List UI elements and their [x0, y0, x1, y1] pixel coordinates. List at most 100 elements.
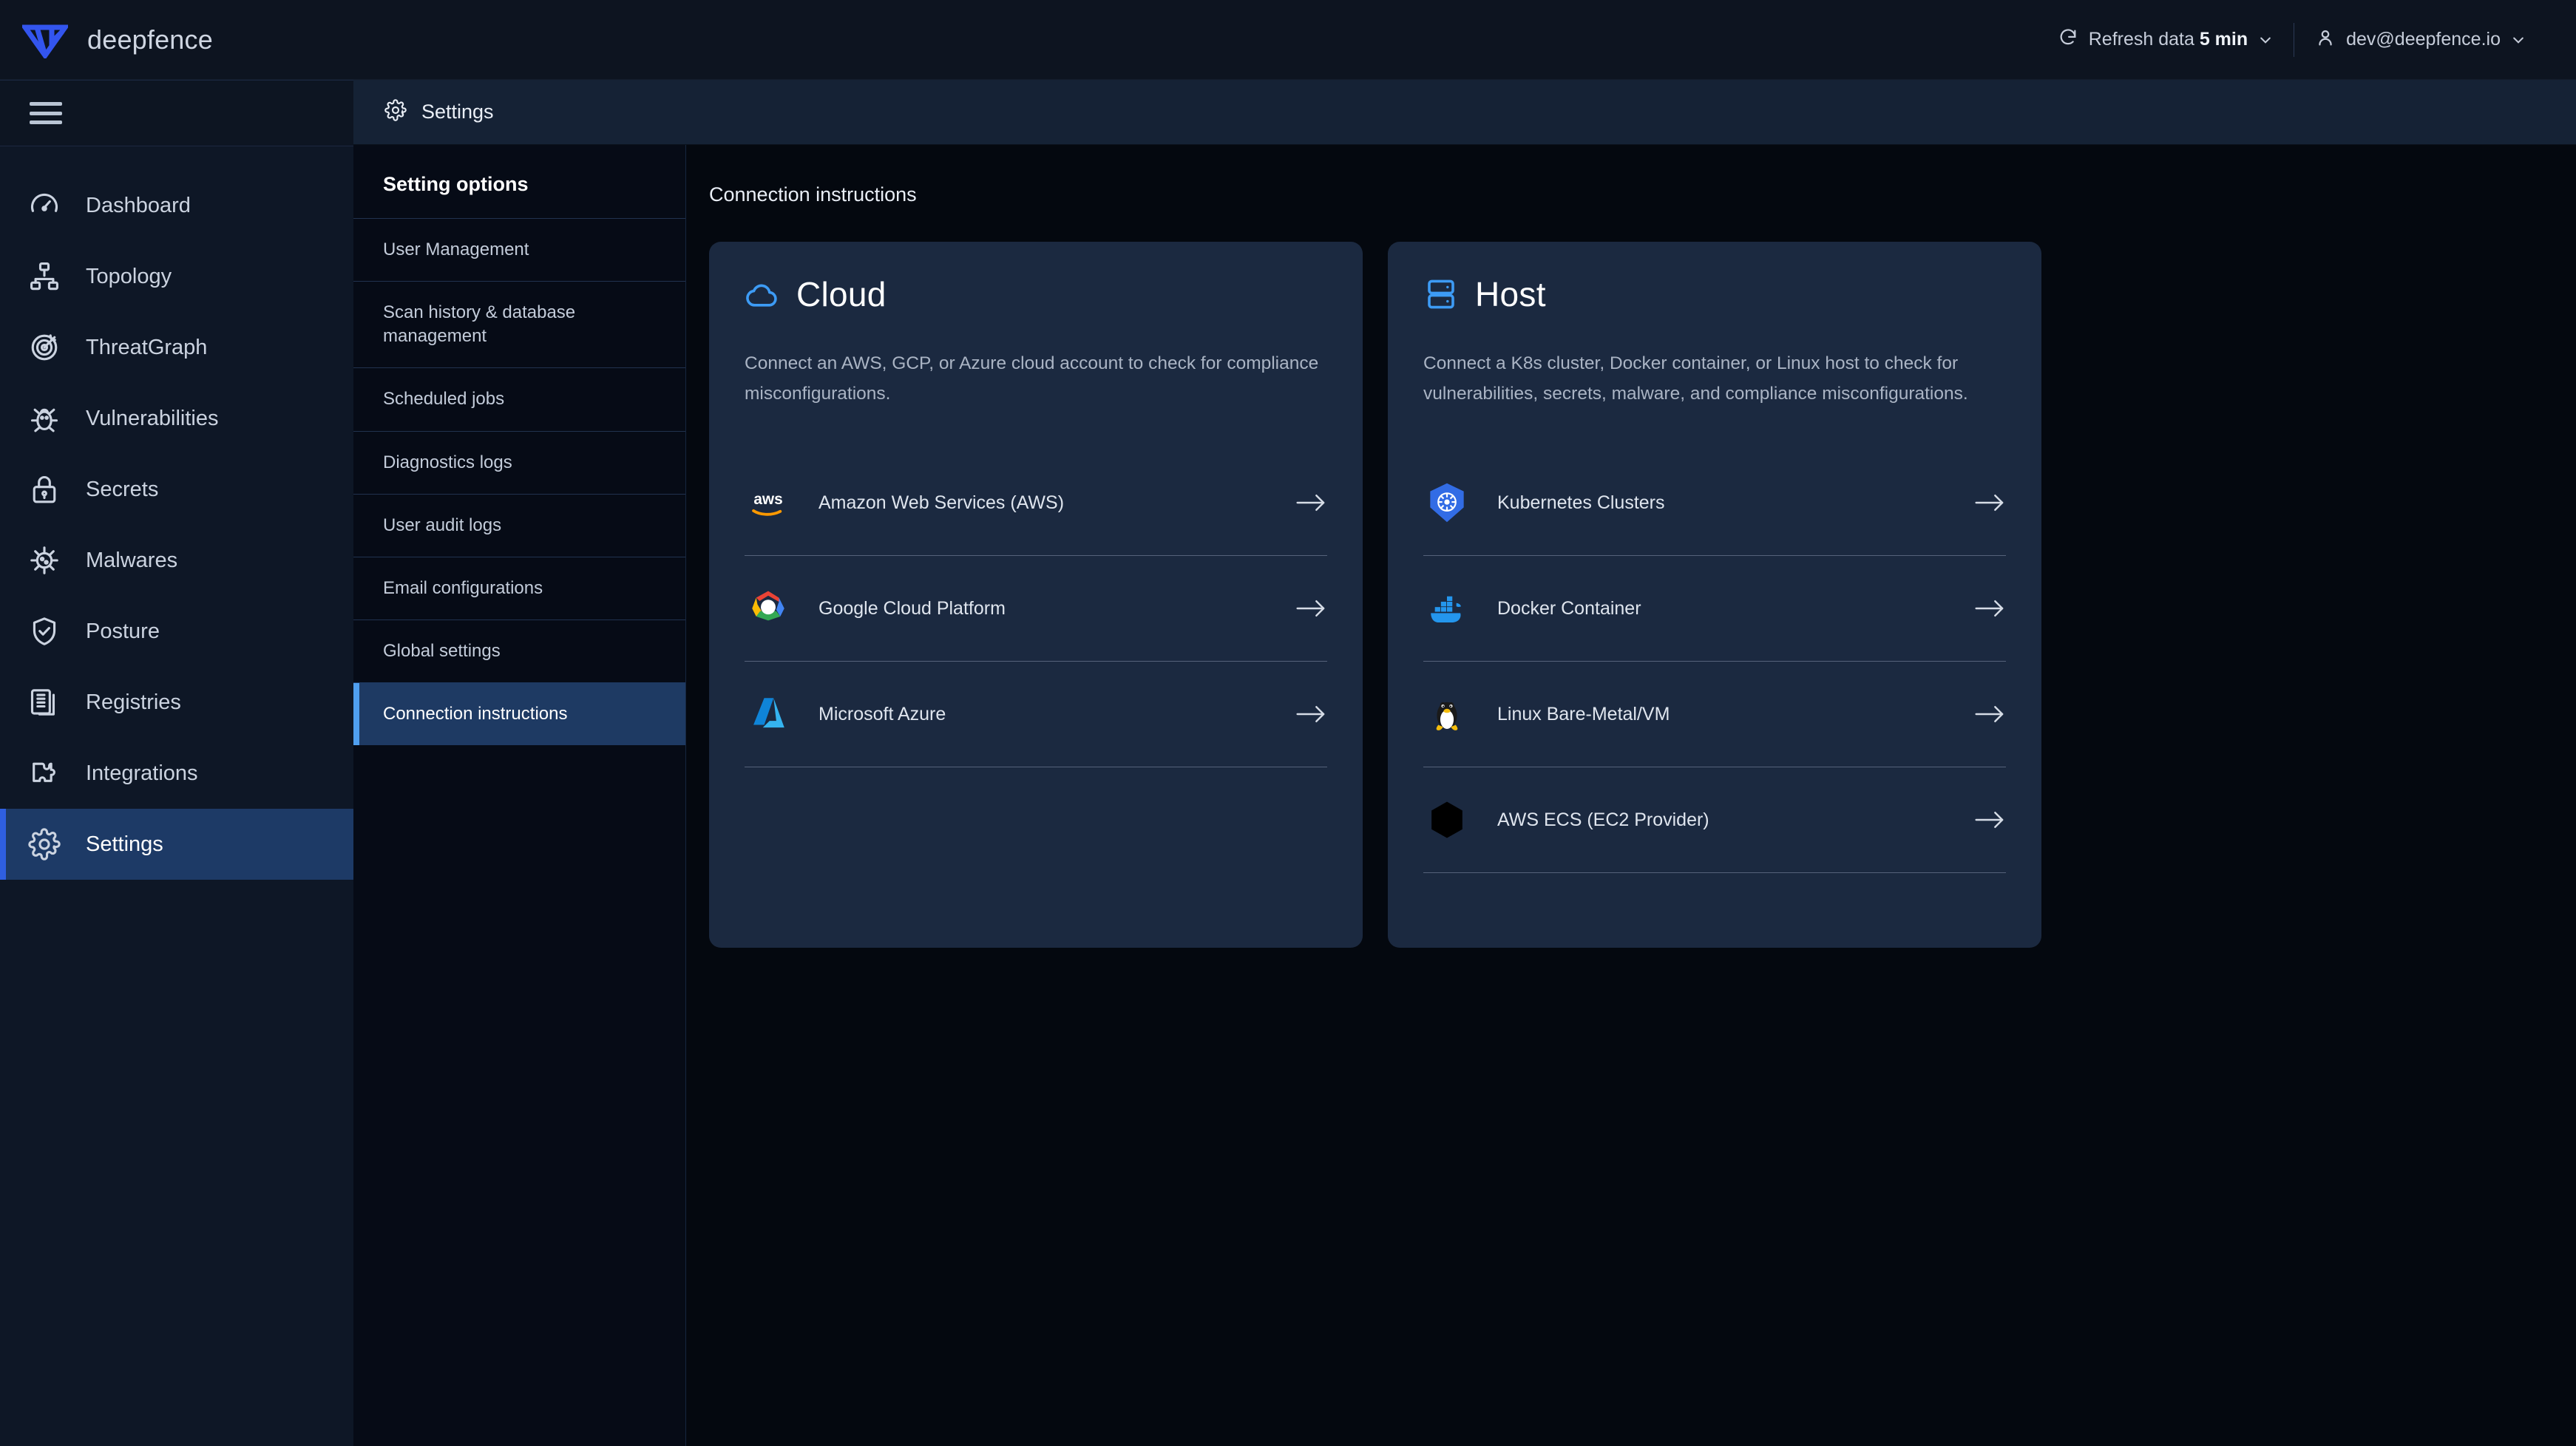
arrow-right-icon[interactable] [1973, 703, 2006, 725]
kubernetes-logo-icon [1423, 479, 1471, 526]
connection-cards: Cloud Connect an AWS, GCP, or Azure cloud… [687, 206, 2576, 948]
sidebar-item-label: Integrations [86, 761, 198, 785]
top-bar-right: Refresh data 5 min dev@deepfence.io [2037, 0, 2576, 79]
sidebar-item-dashboard[interactable]: Dashboard [0, 170, 353, 241]
card-host: Host Connect a K8s cluster, Docker contai… [1388, 242, 2041, 948]
settings-option-global-settings[interactable]: Global settings [353, 620, 685, 682]
connection-row-amazon-web-services-aws-[interactable]: aws Amazon Web Services (AWS) [745, 450, 1327, 557]
sidebar-item-label: Posture [86, 619, 160, 643]
sidebar-item-label: Registries [86, 690, 181, 714]
gear-icon [384, 99, 407, 125]
connection-row-label: Docker Container [1497, 597, 1641, 619]
connection-row-kubernetes-clusters[interactable]: Kubernetes Clusters [1423, 450, 2006, 557]
user-email: dev@deepfence.io [2346, 29, 2501, 50]
documents-icon [28, 686, 61, 719]
hamburger-icon[interactable] [30, 102, 62, 124]
connection-row-aws-ecs-ec2-provider-[interactable]: AWS ECS (EC2 Provider) [1423, 767, 2006, 874]
user-icon [2315, 27, 2336, 52]
settings-option-email-configurations[interactable]: Email configurations [353, 556, 685, 620]
connection-row-label: Microsoft Azure [818, 703, 946, 724]
connection-row-microsoft-azure[interactable]: Microsoft Azure [745, 662, 1327, 768]
connection-row-label: Linux Bare-Metal/VM [1497, 703, 1670, 724]
connection-row-google-cloud-platform[interactable]: Google Cloud Platform [745, 556, 1327, 662]
settings-option-user-management[interactable]: User Management [353, 218, 685, 281]
sidebar-item-label: Topology [86, 264, 172, 288]
virus-icon [28, 544, 61, 577]
sidebar-item-posture[interactable]: Posture [0, 596, 353, 667]
sidebar-item-threatgraph[interactable]: ThreatGraph [0, 312, 353, 383]
user-menu[interactable]: dev@deepfence.io [2294, 27, 2546, 52]
card-cloud: Cloud Connect an AWS, GCP, or Azure cloud… [709, 242, 1363, 948]
arrow-right-icon[interactable] [1295, 597, 1327, 620]
settings-option-connection-instructions[interactable]: Connection instructions [353, 682, 685, 746]
refresh-label-text: Refresh data [2088, 29, 2194, 50]
refresh-data-control[interactable]: Refresh data 5 min [2037, 27, 2294, 52]
sidebar-item-malwares[interactable]: Malwares [0, 525, 353, 596]
page-title: Settings [421, 101, 494, 123]
chevron-down-icon[interactable] [2511, 33, 2526, 47]
connection-row-label: Amazon Web Services (AWS) [818, 492, 1065, 513]
card-header: Cloud [745, 274, 1327, 314]
arrow-right-icon[interactable] [1295, 703, 1327, 725]
connection-row-label: Kubernetes Clusters [1497, 492, 1665, 513]
settings-option-diagnostics-logs[interactable]: Diagnostics logs [353, 430, 685, 494]
aws-ecs-logo-icon [1423, 796, 1471, 844]
refresh-value: 5 min [2199, 29, 2248, 50]
settings-option-scan-history-database-management[interactable]: Scan history & database management [353, 281, 685, 367]
card-description: Connect an AWS, GCP, or Azure cloud acco… [745, 353, 1319, 404]
card-header: Host [1423, 274, 2006, 314]
chevron-down-icon[interactable] [2258, 33, 2273, 47]
arrow-right-icon[interactable] [1973, 809, 2006, 831]
bug-icon [28, 402, 61, 435]
card-title: Cloud [796, 275, 887, 313]
settings-option-user-audit-logs[interactable]: User audit logs [353, 493, 685, 557]
puzzle-icon [28, 757, 61, 790]
page-header: Settings [353, 80, 2576, 145]
deepfence-logo-icon [22, 21, 68, 58]
card-row-list: Kubernetes Clusters Docker Container Linux… [1423, 450, 2006, 874]
sidebar-item-integrations[interactable]: Integrations [0, 738, 353, 809]
sidebar-item-vulnerabilities[interactable]: Vulnerabilities [0, 383, 353, 454]
arrow-right-icon[interactable] [1295, 492, 1327, 514]
connection-row-linux-bare-metal-vm[interactable]: Linux Bare-Metal/VM [1423, 662, 2006, 768]
card-title: Host [1475, 275, 1546, 313]
settings-options-panel: Setting options User Management Scan hist… [353, 145, 686, 1446]
settings-option-scheduled-jobs[interactable]: Scheduled jobs [353, 367, 685, 430]
brand[interactable]: deepfence [0, 21, 353, 58]
sidebar-item-secrets[interactable]: Secrets [0, 454, 353, 525]
sidebar-item-settings[interactable]: Settings [0, 809, 353, 880]
sidebar-item-label: Dashboard [86, 193, 191, 217]
server-icon [1423, 276, 1459, 312]
gcp-logo-icon [745, 585, 792, 632]
lock-icon [28, 473, 61, 506]
sidebar-item-registries[interactable]: Registries [0, 667, 353, 738]
card-row-list: aws Amazon Web Services (AWS) Google Cloud… [745, 450, 1327, 768]
content-title: Connection instructions [709, 183, 917, 206]
sidebar-item-label: Settings [86, 832, 163, 856]
aws-logo-icon: aws [745, 479, 792, 526]
sidebar-item-label: Vulnerabilities [86, 406, 219, 430]
gauge-icon [28, 189, 61, 222]
settings-options-title: Setting options [383, 173, 529, 195]
arrow-right-icon[interactable] [1973, 492, 2006, 514]
sidebar-item-label: Malwares [86, 548, 178, 572]
top-bar: deepfence Refresh data 5 min dev@deepfen… [0, 0, 2576, 80]
refresh-label: Refresh data 5 min [2089, 29, 2248, 50]
cloud-icon [745, 276, 780, 312]
target-icon [28, 331, 61, 364]
card-description: Connect a K8s cluster, Docker container,… [1423, 353, 1968, 404]
gear-icon [28, 828, 61, 861]
sidebar-item-label: ThreatGraph [86, 335, 208, 359]
brand-name: deepfence [87, 24, 213, 55]
sidebar-nav: Dashboard Topology ThreatGraph Vulnerabilit… [0, 146, 353, 880]
connection-row-label: Google Cloud Platform [818, 597, 1006, 619]
connection-row-docker-container[interactable]: Docker Container [1423, 556, 2006, 662]
svg-text:aws: aws [753, 491, 782, 508]
settings-options-list: User Management Scan history & database m… [353, 218, 685, 746]
azure-logo-icon [745, 690, 792, 738]
linux-logo-icon [1423, 690, 1471, 738]
sidebar-toggle-row[interactable] [0, 80, 353, 146]
arrow-right-icon[interactable] [1973, 597, 2006, 620]
sidebar-item-topology[interactable]: Topology [0, 241, 353, 312]
sidebar: Dashboard Topology ThreatGraph Vulnerabilit… [0, 80, 353, 1446]
